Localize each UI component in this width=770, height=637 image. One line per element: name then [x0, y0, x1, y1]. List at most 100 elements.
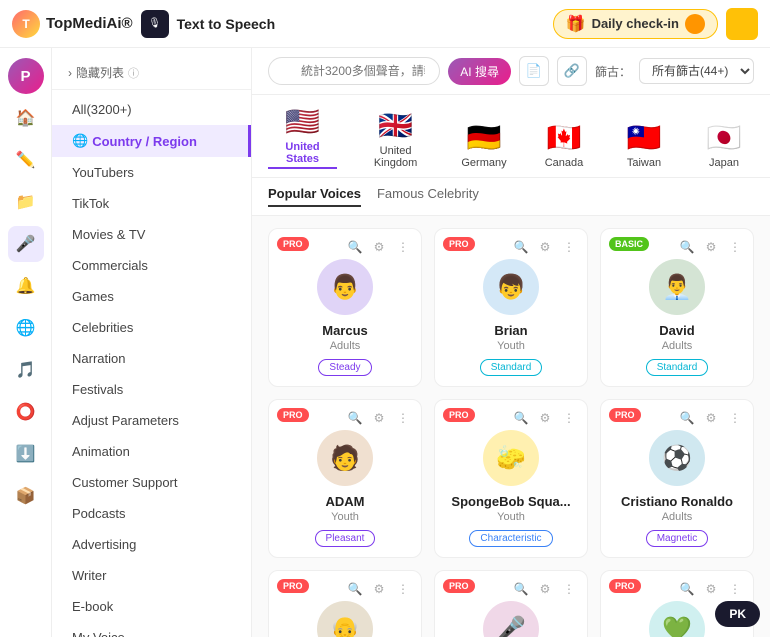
settings-david[interactable]: ⚙: [701, 237, 721, 257]
sidebar-icon-download[interactable]: ⬇️: [8, 436, 44, 472]
pk-button[interactable]: PK: [715, 601, 760, 627]
sidebar-icon-circle[interactable]: ⭕: [8, 394, 44, 430]
nav-item-festivals[interactable]: Festivals: [52, 374, 251, 405]
checkin-label: Daily check-in: [592, 16, 679, 31]
search-voice-david[interactable]: 🔍: [677, 237, 697, 257]
left-nav: › 隐藏列表 ⓘ All(3200+) 🌐 Country / Region Y…: [52, 48, 252, 637]
more-miku[interactable]: ⋮: [725, 579, 745, 599]
nav-item-writer[interactable]: Writer: [52, 560, 251, 591]
nav-item-advertising[interactable]: Advertising: [52, 529, 251, 560]
user-avatar[interactable]: [726, 8, 758, 40]
settings-adam[interactable]: ⚙: [369, 408, 389, 428]
search-voice-marcus[interactable]: 🔍: [345, 237, 365, 257]
nav-item-tiktok[interactable]: TikTok: [52, 188, 251, 219]
nav-item-commercials[interactable]: Commercials: [52, 250, 251, 281]
nav-item-adjust[interactable]: Adjust Parameters: [52, 405, 251, 436]
settings-mj[interactable]: ⚙: [535, 579, 555, 599]
avatar-putin: 👴: [317, 601, 373, 637]
tab-popular[interactable]: Popular Voices: [268, 186, 361, 207]
brand-logo: T: [12, 10, 40, 38]
filter-label: 篩古：: [595, 63, 631, 80]
settings-marcus[interactable]: ⚙: [369, 237, 389, 257]
app-title: Text to Speech: [177, 16, 276, 32]
upload-icon-btn[interactable]: 📄: [519, 56, 549, 86]
sidebar-icon-mic[interactable]: 🎤: [8, 226, 44, 262]
voice-card-adam: PRO 🔍 ⚙ ⋮ 🧑 ADAM Youth Pleasant: [268, 399, 422, 558]
nav-hidden-list[interactable]: › 隐藏列表 ⓘ: [52, 56, 251, 90]
search-voice-adam[interactable]: 🔍: [345, 408, 365, 428]
ai-search-button[interactable]: AI 搜尋: [448, 58, 511, 85]
search-voice-mj[interactable]: 🔍: [511, 579, 531, 599]
tab-celebrity[interactable]: Famous Celebrity: [377, 186, 479, 207]
sidebar-icon-bell[interactable]: 🔔: [8, 268, 44, 304]
country-tw[interactable]: 🇹🇼 Taiwan: [614, 121, 674, 169]
country-de[interactable]: 🇩🇪 Germany: [454, 121, 514, 169]
more-putin[interactable]: ⋮: [393, 579, 413, 599]
more-adam[interactable]: ⋮: [393, 408, 413, 428]
country-jp[interactable]: 🇯🇵 Japan: [694, 121, 754, 169]
link-icon-btn[interactable]: 🔗: [557, 56, 587, 86]
nav-item-movies[interactable]: Movies & TV: [52, 219, 251, 250]
gift-icon: 🎁: [566, 14, 586, 34]
tag-adam[interactable]: Pleasant: [315, 530, 376, 547]
nav-item-ebook[interactable]: E-book: [52, 591, 251, 622]
settings-ronaldo[interactable]: ⚙: [701, 408, 721, 428]
country-us[interactable]: 🇺🇸 United States: [268, 105, 337, 169]
tag-marcus[interactable]: Steady: [318, 359, 371, 376]
nav-item-country[interactable]: 🌐 Country / Region: [52, 125, 251, 157]
search-voice-putin[interactable]: 🔍: [345, 579, 365, 599]
settings-miku[interactable]: ⚙: [701, 579, 721, 599]
sidebar-icon-edit[interactable]: ✏️: [8, 142, 44, 178]
badge-pro-putin: PRO: [277, 579, 309, 593]
search-voice-miku[interactable]: 🔍: [677, 579, 697, 599]
tag-ronaldo[interactable]: Magnetic: [646, 530, 709, 547]
settings-spongebob[interactable]: ⚙: [535, 408, 555, 428]
country-uk[interactable]: 🇬🇧 United Kingdom: [357, 109, 434, 169]
avatar-miku: 💚: [649, 601, 705, 637]
more-mj[interactable]: ⋮: [559, 579, 579, 599]
sidebar-avatar[interactable]: P: [8, 58, 44, 94]
sidebar-icon-music[interactable]: 🎵: [8, 352, 44, 388]
search-voice-brian[interactable]: 🔍: [511, 237, 531, 257]
more-david[interactable]: ⋮: [725, 237, 745, 257]
settings-putin[interactable]: ⚙: [369, 579, 389, 599]
card-actions-david: 🔍 ⚙ ⋮: [677, 237, 745, 257]
nav-item-myvoice[interactable]: My Voice: [52, 622, 251, 637]
more-ronaldo[interactable]: ⋮: [725, 408, 745, 428]
more-marcus[interactable]: ⋮: [393, 237, 413, 257]
nav-item-animation[interactable]: Animation: [52, 436, 251, 467]
more-brian[interactable]: ⋮: [559, 237, 579, 257]
tag-brian[interactable]: Standard: [480, 359, 543, 376]
main-content: 🔍 AI 搜尋 📄 🔗 篩古： 所有篩古(44+) 🇺🇸 United Stat…: [252, 48, 770, 637]
voice-card-brian: PRO 🔍 ⚙ ⋮ 👦 Brian Youth Standard: [434, 228, 588, 387]
nav-item-customer[interactable]: Customer Support: [52, 467, 251, 498]
sidebar-icon-globe[interactable]: 🌐: [8, 310, 44, 346]
more-spongebob[interactable]: ⋮: [559, 408, 579, 428]
nav-item-all[interactable]: All(3200+): [52, 94, 251, 125]
tag-spongebob[interactable]: Characteristic: [469, 530, 552, 547]
search-voice-spongebob[interactable]: 🔍: [511, 408, 531, 428]
daily-checkin-button[interactable]: 🎁 Daily check-in: [553, 9, 718, 39]
nav-item-celebrities[interactable]: Celebrities: [52, 312, 251, 343]
country-name-tw: Taiwan: [627, 157, 661, 169]
tag-david[interactable]: Standard: [646, 359, 709, 376]
badge-pro-spongebob: PRO: [443, 408, 475, 422]
nav-item-games[interactable]: Games: [52, 281, 251, 312]
search-input[interactable]: [268, 57, 440, 85]
nav-item-podcasts[interactable]: Podcasts: [52, 498, 251, 529]
nav-item-youtubers[interactable]: YouTubers: [52, 157, 251, 188]
sidebar-icon-folder[interactable]: 📁: [8, 184, 44, 220]
country-ca[interactable]: 🇨🇦 Canada: [534, 121, 594, 169]
card-actions-mj: 🔍 ⚙ ⋮: [511, 579, 579, 599]
nav-item-narration[interactable]: Narration: [52, 343, 251, 374]
country-name-de: Germany: [461, 157, 506, 169]
voice-card-mj: PRO 🔍 ⚙ ⋮ 🎤 Michael Jackson ... Youth Pl…: [434, 570, 588, 637]
filter-select[interactable]: 所有篩古(44+): [639, 58, 754, 84]
settings-brian[interactable]: ⚙: [535, 237, 555, 257]
sidebar-icon-home[interactable]: 🏠: [8, 100, 44, 136]
age-ronaldo: Adults: [662, 511, 693, 523]
avatar-adam: 🧑: [317, 430, 373, 486]
countries-bar: 🇺🇸 United States 🇬🇧 United Kingdom 🇩🇪 Ge…: [252, 95, 770, 178]
sidebar-icon-box[interactable]: 📦: [8, 478, 44, 514]
search-voice-ronaldo[interactable]: 🔍: [677, 408, 697, 428]
